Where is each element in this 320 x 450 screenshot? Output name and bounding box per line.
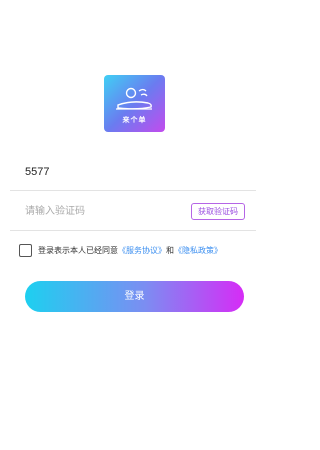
agree-checkbox[interactable] [19,244,32,257]
phone-number-value: 5577 [25,166,50,178]
login-page: 来个单 5577 获取验证码 登录表示本人已经同意《服务协议》和《隐私政策》 登… [0,0,270,450]
phone-field[interactable]: 5577 [10,158,256,191]
agreement-row: 登录表示本人已经同意《服务协议》和《隐私政策》 [19,243,259,259]
verification-code-row: 获取验证码 [10,194,256,231]
service-agreement-link[interactable]: 《服务协议》 [118,246,166,255]
verification-code-input[interactable] [25,203,165,219]
agreement-text: 登录表示本人已经同意《服务协议》和《隐私政策》 [38,245,222,256]
agreement-conjunction: 和 [166,246,174,255]
agreement-prefix: 登录表示本人已经同意 [38,246,118,255]
logo-text: 来个单 [122,116,147,124]
get-code-button[interactable]: 获取验证码 [191,203,245,220]
login-button[interactable]: 登录 [25,281,244,312]
app-logo: 来个单 [104,75,165,132]
privacy-policy-link[interactable]: 《隐私政策》 [174,246,222,255]
